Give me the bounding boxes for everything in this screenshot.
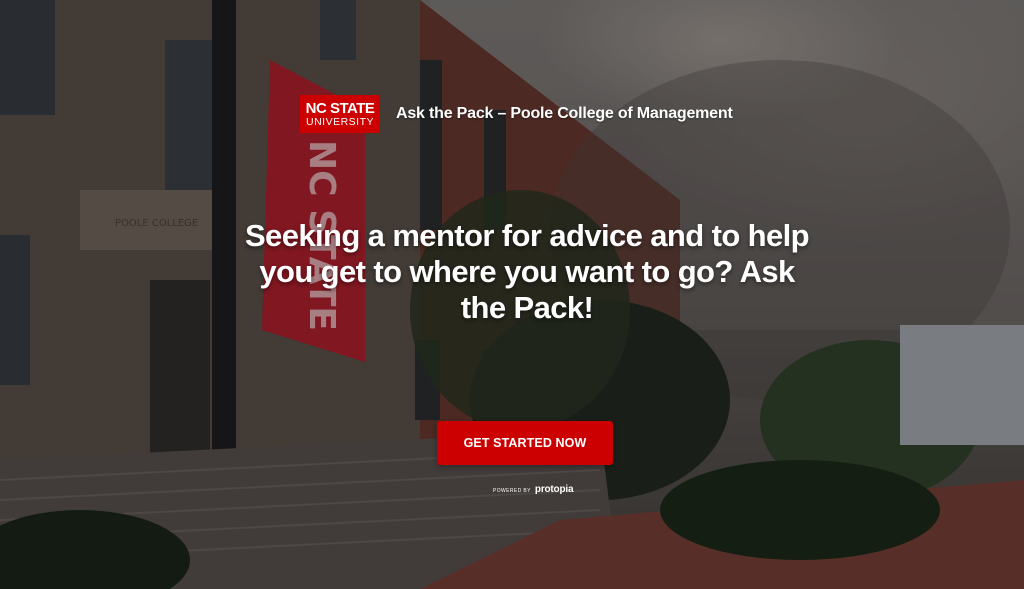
page-title: Ask the Pack – Poole College of Manageme… [396,105,733,122]
logo-line2: UNIVERSITY [305,115,374,128]
hero-headline-line2: you get to where you want to go? Ask [259,254,795,289]
header: NC STATE UNIVERSITY Ask the Pack – Poole… [300,95,733,133]
landing-page: POOLE COLLEGE NC STATE NC STATE UNIVERSI… [0,0,1024,589]
hero-headline-line3: the Pack! [460,290,594,325]
logo-line1: NC STATE [305,99,375,117]
powered-by[interactable]: POWERED BY protopia [493,484,574,495]
hero-headline-line1: Seeking a mentor for advice and to help [244,218,810,253]
get-started-button[interactable]: GET STARTED NOW [437,421,613,465]
nc-state-logo[interactable]: NC STATE UNIVERSITY [300,95,380,133]
protopia-logo: protopia [534,484,574,495]
powered-by-label: POWERED BY [493,488,531,494]
hero-headline: Seeking a mentor for advice and to help … [212,218,842,326]
